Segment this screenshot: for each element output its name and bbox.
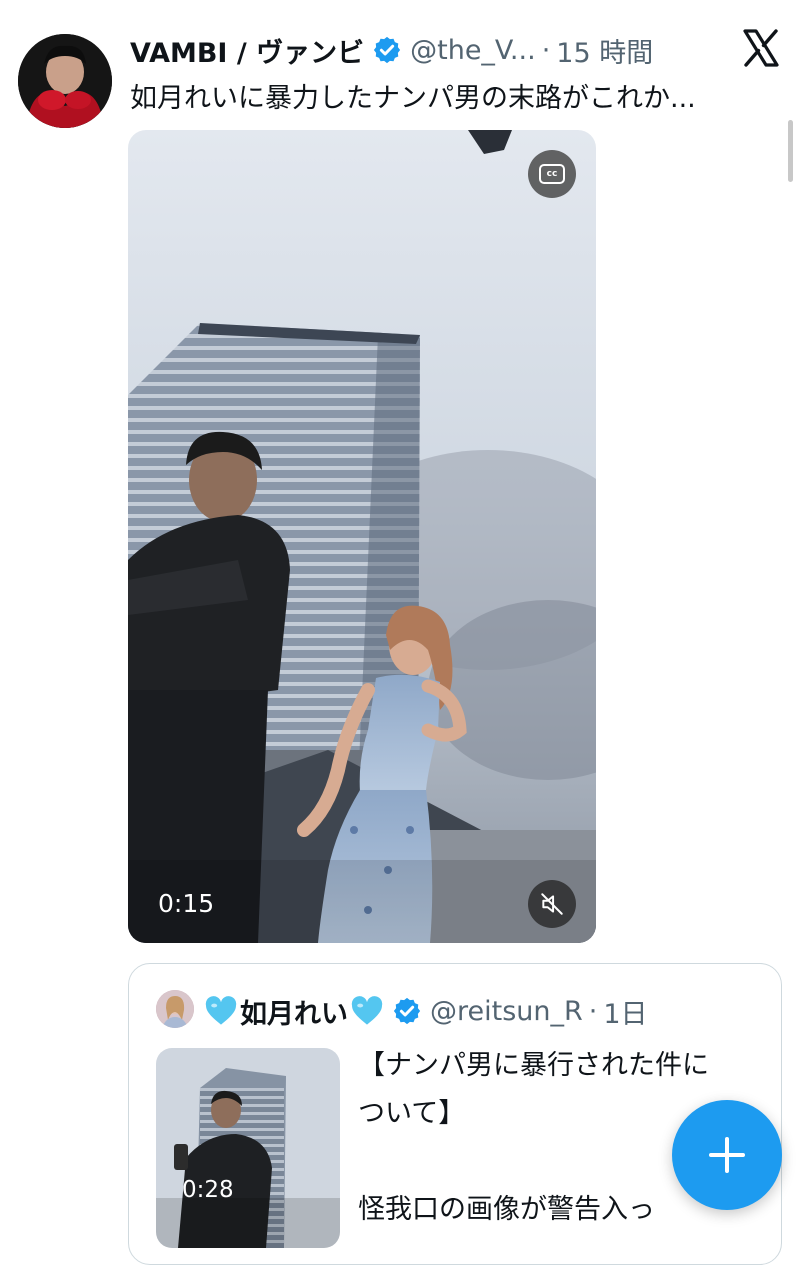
quoted-tweet-timestamp[interactable]: 1日 (603, 992, 647, 1031)
quoted-author-avatar[interactable] (156, 990, 194, 1028)
video-duration: 0:15 (158, 888, 215, 918)
verified-badge-icon (374, 36, 401, 64)
speaker-muted-icon (541, 893, 563, 915)
author-name[interactable]: VAMBI / ヴァンビ (130, 31, 364, 70)
quoted-author-handle[interactable]: @reitsun_R (430, 996, 583, 1027)
separator-dot: · (541, 34, 551, 66)
quoted-video-thumbnail[interactable] (156, 1048, 340, 1248)
tweet-author-line: VAMBI / ヴァンビ @the_V... · 15 時間 (130, 30, 653, 70)
tweet-text: 如月れいに暴力したナンパ男の末路がこれか... (130, 83, 696, 114)
separator-dot: · (588, 995, 598, 1027)
video-frame (128, 130, 596, 943)
tweet-timestamp[interactable]: 15 時間 (556, 31, 653, 70)
x-logo-icon[interactable] (742, 28, 780, 68)
closed-captions-button[interactable]: cc (528, 150, 576, 198)
light-blue-heart-icon (205, 996, 237, 1025)
plus-icon (709, 1137, 745, 1173)
quoted-text-line: 【ナンパ男に暴行された件に (358, 1050, 709, 1081)
quoted-author-name[interactable]: 如月れい (240, 992, 348, 1031)
compose-button[interactable] (672, 1100, 782, 1210)
light-blue-heart-icon (351, 996, 383, 1025)
mute-button[interactable] (528, 880, 576, 928)
tweet-video[interactable] (128, 130, 596, 943)
scrollbar[interactable] (788, 120, 793, 182)
quoted-video-duration: 0:28 (182, 1177, 234, 1203)
quoted-author-line: 如月れい @reitsun_R · 1日 (204, 991, 648, 1031)
verified-badge-icon (393, 997, 421, 1025)
author-handle[interactable]: @the_V... (410, 35, 536, 66)
author-avatar[interactable] (18, 34, 112, 128)
closed-captions-icon: cc (539, 164, 565, 184)
